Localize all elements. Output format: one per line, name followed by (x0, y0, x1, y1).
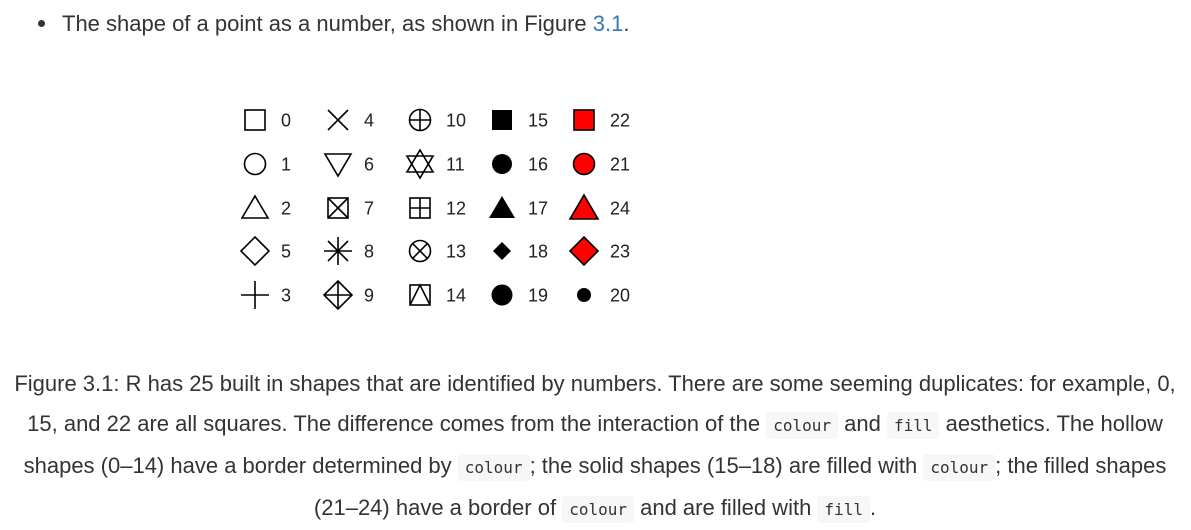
shape-label: 24 (610, 199, 630, 219)
shape-24-icon (568, 193, 600, 220)
shape-23-icon (568, 235, 600, 267)
shapes-figure: 0125346789101112131415161718192221242320 (239, 108, 630, 311)
code-fill: fill (886, 412, 940, 439)
shape-8-icon (324, 237, 352, 265)
shape-label: 8 (364, 242, 374, 262)
shape-5-icon (239, 235, 271, 267)
shape-label: 11 (446, 155, 465, 175)
code-colour: colour (457, 454, 530, 481)
figure-caption: Figure 3.1: R has 25 built in shapes tha… (14, 364, 1176, 530)
shape-2-icon (240, 194, 270, 219)
page: The shape of a point as a number, as sho… (0, 0, 1191, 529)
code-colour: colour (766, 412, 838, 439)
bullet-text-end: . (623, 11, 630, 36)
shape-label: 14 (446, 286, 466, 306)
shape-label: 15 (528, 111, 548, 131)
shape-label: 6 (364, 155, 374, 175)
shape-label: 2 (281, 199, 291, 219)
shape-21-icon (572, 152, 596, 176)
shape-14-icon (409, 283, 431, 306)
shape-label: 18 (528, 242, 548, 262)
shape-6-icon (323, 153, 353, 178)
shape-label: 12 (446, 199, 466, 219)
shape-label: 20 (610, 286, 630, 306)
caption-text: ; the solid shapes (15–18) are filled wi… (529, 453, 924, 478)
shape-20-icon (577, 288, 591, 302)
shape-label: 16 (528, 155, 548, 175)
caption-text: and are filled with (633, 495, 818, 520)
shape-13-icon (408, 239, 432, 263)
shape-label: 9 (364, 286, 374, 306)
bullet-item: The shape of a point as a number, as sho… (38, 8, 629, 40)
code-fill: fill (817, 496, 870, 523)
shape-label: 19 (528, 286, 548, 306)
shape-3-icon (241, 281, 269, 309)
shape-19-icon (491, 284, 513, 306)
shape-11-icon (405, 148, 435, 180)
shape-1-icon (243, 152, 267, 176)
caption-text: . (869, 495, 877, 520)
shape-22-icon (573, 109, 595, 131)
shape-17-icon (489, 196, 515, 218)
shape-label: 13 (446, 242, 466, 262)
shape-7-icon (327, 197, 349, 219)
shape-9-icon (322, 279, 354, 311)
shape-15-icon (492, 110, 512, 130)
bullet-dot (38, 19, 45, 27)
shape-label: 7 (364, 199, 374, 219)
bullet-text: The shape of a point as a number, as sho… (62, 11, 593, 36)
shape-label: 1 (281, 155, 291, 175)
shape-label: 3 (281, 286, 291, 306)
shape-0-icon (244, 109, 266, 131)
shape-label: 0 (281, 111, 291, 131)
shape-label: 23 (610, 242, 630, 262)
shape-4-icon (327, 109, 349, 131)
shape-18-icon (493, 242, 511, 260)
caption-text: and (838, 411, 887, 436)
shape-label: 10 (446, 111, 466, 131)
shape-12-icon (409, 197, 431, 219)
shape-label: 22 (610, 111, 630, 131)
shape-10-icon (408, 108, 432, 132)
shape-16-icon (492, 154, 512, 174)
shape-label: 17 (528, 199, 548, 219)
shape-label: 4 (364, 111, 374, 131)
code-colour: colour (923, 454, 996, 481)
code-colour: colour (562, 496, 634, 523)
figure-link[interactable]: 3.1 (593, 11, 624, 36)
shape-label: 21 (610, 155, 630, 175)
shape-label: 5 (281, 242, 291, 262)
